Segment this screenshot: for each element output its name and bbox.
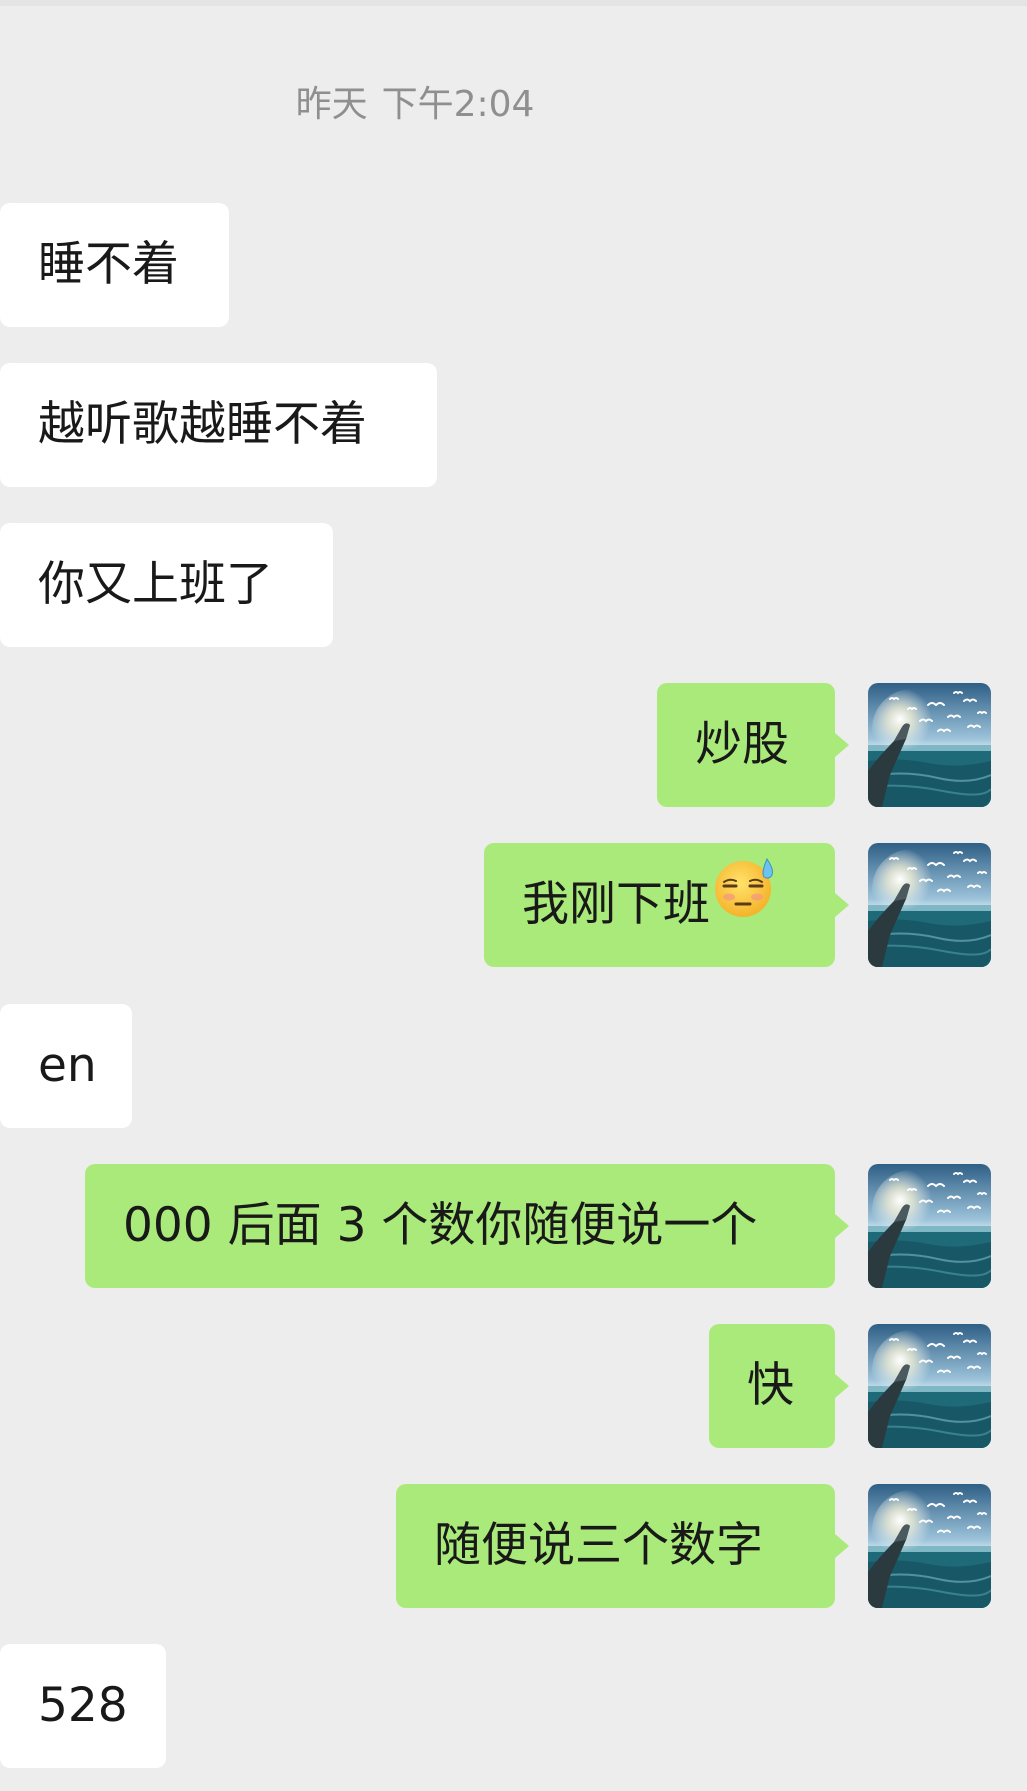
outgoing-message-bubble[interactable]: 000 后面 3 个数你随便说一个 <box>85 1164 849 1288</box>
outgoing-message-bubble[interactable]: 我刚下班 <box>484 842 849 967</box>
sweat-face-emoji-icon <box>712 842 778 966</box>
incoming-message-bubble[interactable]: 越听歌越睡不着 <box>0 363 437 487</box>
message-text: 你又上班了 <box>38 557 273 612</box>
seagull-ocean-avatar-icon <box>868 1484 991 1608</box>
incoming-message-bubble[interactable]: 睡不着 <box>0 203 229 327</box>
message-text: 000 后面 3 个数你随便说一个 <box>123 1198 758 1253</box>
seagull-ocean-avatar-icon <box>868 683 991 807</box>
message-text: 炒股 <box>695 717 789 772</box>
incoming-message-bubble[interactable]: en <box>0 1004 132 1128</box>
seagull-ocean-avatar-icon <box>868 1324 991 1448</box>
seagull-ocean-avatar-icon <box>868 1164 991 1288</box>
message-text: en <box>38 1038 97 1093</box>
message-text: 随便说三个数字 <box>434 1518 763 1573</box>
self-avatar[interactable] <box>868 843 991 967</box>
self-avatar[interactable] <box>868 1164 991 1288</box>
message-text: 越听歌越睡不着 <box>38 397 367 452</box>
self-avatar[interactable] <box>868 1324 991 1448</box>
self-avatar[interactable] <box>868 683 991 807</box>
outgoing-message-bubble[interactable]: 炒股 <box>657 683 849 807</box>
incoming-message-bubble[interactable]: 528 <box>0 1644 166 1768</box>
message-text: 我刚下班 <box>522 877 710 932</box>
self-avatar[interactable] <box>868 1484 991 1608</box>
timestamp-day: 昨天 <box>295 84 368 125</box>
message-timestamp: 昨天 下午2:04 <box>0 83 830 127</box>
incoming-message-bubble[interactable]: 你又上班了 <box>0 523 333 647</box>
timestamp-time: 下午2:04 <box>381 84 535 125</box>
seagull-ocean-avatar-icon <box>868 843 991 967</box>
message-text: 睡不着 <box>38 237 179 292</box>
outgoing-message-bubble[interactable]: 随便说三个数字 <box>396 1484 849 1608</box>
top-divider <box>0 0 1027 6</box>
outgoing-message-bubble[interactable]: 快 <box>709 1324 849 1448</box>
message-text: 528 <box>38 1678 128 1733</box>
message-text: 快 <box>747 1358 794 1413</box>
